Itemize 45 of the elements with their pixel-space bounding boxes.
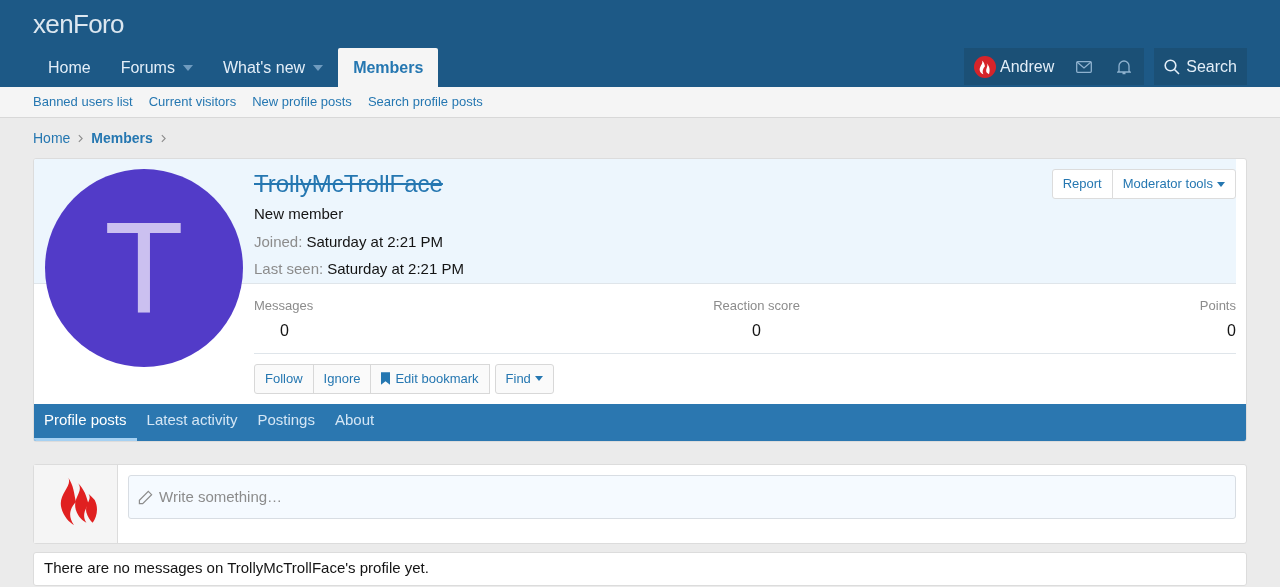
bookmark-icon	[381, 372, 391, 385]
header-button[interactable]: Moderator tools	[1111, 169, 1236, 199]
detail-value: Saturday at 2:21 PM	[306, 231, 444, 252]
subnav-link[interactable]: Banned users list	[33, 92, 133, 112]
search-button[interactable]: Search	[1154, 48, 1247, 85]
subnav-link[interactable]: Current visitors	[148, 92, 237, 112]
stat-label: Messages	[254, 297, 314, 315]
profile-tab[interactable]: About	[324, 403, 385, 441]
stat-label: Reaction score	[713, 297, 800, 315]
post-input[interactable]: Write something…	[128, 474, 1236, 519]
profile-tab[interactable]: Latest activity	[136, 403, 248, 441]
profile-tab[interactable]: Postings	[247, 403, 325, 441]
site-logo[interactable]: xenForo	[33, 4, 124, 44]
action-button[interactable]: Edit bookmark	[370, 363, 490, 394]
profile-tab[interactable]: Profile posts	[34, 403, 137, 441]
breadcrumb-link[interactable]: Members	[91, 127, 153, 149]
nav-tab[interactable]: Members	[338, 48, 439, 87]
stat-label: Points	[1199, 297, 1236, 315]
search-icon	[1164, 58, 1181, 75]
header-button[interactable]: Report	[1051, 169, 1113, 199]
detail-label: Last seen:	[254, 259, 324, 279]
stat-value: 0	[1227, 320, 1236, 341]
subnav-link[interactable]: New profile posts	[252, 92, 352, 112]
subnav-link[interactable]: Search profile posts	[367, 92, 483, 112]
pencil-icon	[138, 489, 153, 505]
user-title: New member	[254, 204, 345, 224]
breadcrumb-link[interactable]: Home	[33, 127, 71, 149]
username: TrollyMcTrollFace	[254, 169, 444, 199]
caret-icon	[182, 64, 193, 71]
detail-value: Saturday at 2:21 PM	[327, 259, 464, 279]
empty-notice: There are no messages on TrollyMcTrollFace's profile yet.	[33, 551, 1247, 586]
caret-icon	[1217, 181, 1225, 187]
caret-icon	[313, 64, 324, 71]
find-button[interactable]: Find	[494, 363, 554, 394]
stat-value: 0	[752, 320, 761, 341]
nav-tab[interactable]: Forums	[105, 48, 208, 87]
nav-tab[interactable]: Home	[33, 48, 106, 87]
chevron-icon	[78, 133, 84, 143]
action-button[interactable]: Follow	[254, 363, 314, 394]
caret-icon	[534, 376, 543, 381]
action-button[interactable]: Ignore	[312, 363, 372, 394]
stat-value: 0	[280, 320, 289, 341]
chevron-icon	[160, 133, 166, 143]
detail-label: Joined:	[254, 231, 303, 252]
nav-tab[interactable]: What's new	[207, 48, 339, 87]
